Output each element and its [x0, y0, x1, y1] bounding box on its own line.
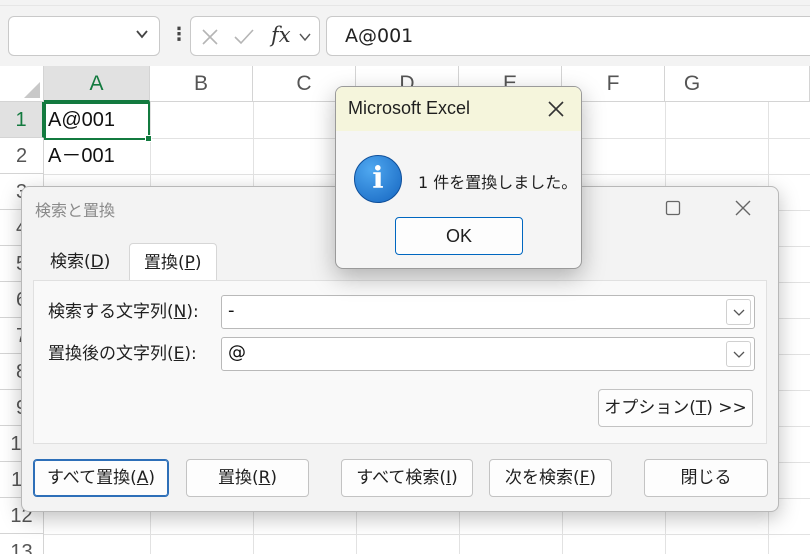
tab-replace-label-end: ) [194, 253, 202, 273]
find-next-label-end: ) [589, 468, 597, 488]
replace-label: 置換( [217, 468, 259, 488]
select-all-triangle-icon [24, 82, 40, 98]
tab-search[interactable]: 検索(D) [36, 243, 124, 281]
replace-all-accesskey: A [136, 468, 149, 488]
replace-label-end: ) [270, 468, 278, 488]
ok-button[interactable]: OK [395, 217, 523, 255]
close-icon[interactable] [547, 100, 565, 118]
find-next-label: 次を検索( [504, 468, 580, 488]
replace-all-label-end: ) [148, 468, 156, 488]
replace-all-label: すべて置換( [46, 468, 137, 488]
replace-with-combobox[interactable]: @ [221, 337, 755, 371]
fill-handle[interactable] [145, 135, 152, 142]
formula-value: A@001 [345, 25, 414, 47]
find-what-accesskey: N [173, 302, 187, 322]
replace-button[interactable]: 置換(R) [186, 459, 309, 497]
find-all-label-end: ) [451, 468, 458, 488]
tab-replace-accesskey: P [184, 253, 195, 273]
column-header-g[interactable]: G [665, 66, 810, 102]
find-what-label: 検索する文字列(N): [48, 297, 199, 322]
find-all-button[interactable]: すべて検索(I) [341, 459, 473, 497]
column-header-b[interactable]: B [150, 66, 253, 102]
find-what-dropdown-button[interactable] [726, 299, 751, 325]
find-what-combobox[interactable]: - [221, 295, 755, 329]
formula-controls: fx [190, 16, 320, 56]
close-button[interactable]: 閉じる [644, 459, 768, 497]
tab-search-label: 検索( [50, 252, 91, 272]
insert-function-button[interactable]: fx [271, 23, 291, 47]
row-gridline [44, 534, 810, 535]
tab-search-label-end: ) [103, 252, 111, 272]
find-all-label: すべて検索( [356, 468, 447, 488]
name-box[interactable] [8, 16, 160, 56]
dialog-title: 検索と置換 [35, 201, 116, 220]
replace-with-dropdown-button[interactable] [726, 341, 751, 367]
chevron-down-icon [733, 309, 745, 316]
replace-with-label-end: ): [184, 344, 197, 364]
tab-search-accesskey: D [90, 252, 104, 272]
select-all-corner[interactable] [0, 66, 44, 102]
row-header-13[interactable]: 13 [0, 534, 44, 554]
expand-chevron-icon[interactable] [299, 32, 311, 42]
tab-replace[interactable]: 置換(P) [129, 243, 217, 281]
options-label-end: ) >> [706, 398, 747, 418]
replace-with-label-text: 置換後の文字列( [48, 344, 174, 364]
close-icon[interactable] [734, 199, 752, 217]
replace-all-button[interactable]: すべて置換(A) [33, 459, 169, 497]
replace-with-value: @ [228, 342, 246, 363]
options-button[interactable]: オプション(T) >> [598, 389, 753, 427]
maximize-icon[interactable] [664, 199, 682, 217]
replace-tab-panel: 検索する文字列(N): - 置換後の文字列(E): @ オプション(T) >> [33, 280, 767, 444]
options-accesskey: T [695, 398, 707, 418]
active-cell-border [44, 102, 150, 140]
chevron-down-icon[interactable] [135, 27, 149, 41]
info-icon: i [354, 155, 402, 203]
replace-with-label: 置換後の文字列(E): [48, 339, 197, 364]
message-box: Microsoft Excel i 1 件を置換しました。 OK [335, 86, 582, 269]
row-header-2[interactable]: 2 [0, 138, 44, 174]
cell-a2[interactable]: A－001 [44, 138, 150, 174]
find-next-button[interactable]: 次を検索(F) [489, 459, 612, 497]
row-header-1[interactable]: 1 [0, 102, 44, 138]
chevron-down-icon [733, 351, 745, 358]
column-header-a[interactable]: A [44, 66, 150, 102]
message-box-title: Microsoft Excel [348, 98, 471, 118]
replace-with-accesskey: E [173, 344, 185, 364]
find-what-value: - [228, 300, 235, 321]
message-text: 1 件を置換しました。 [418, 173, 578, 192]
formula-bar: ⋮ fx A@001 [0, 6, 810, 66]
replace-accesskey: R [258, 468, 271, 488]
message-box-titlebar: Microsoft Excel [336, 87, 581, 131]
find-next-accesskey: F [579, 468, 590, 488]
enter-check-icon[interactable] [233, 28, 255, 46]
more-options-icon[interactable]: ⋮ [170, 24, 188, 48]
formula-input[interactable]: A@001 [326, 16, 810, 56]
find-what-label-end: ): [186, 302, 199, 322]
tab-replace-label: 置換( [144, 253, 185, 273]
find-what-label-text: 検索する文字列( [48, 302, 174, 322]
cancel-icon[interactable] [201, 28, 219, 46]
options-label: オプション( [604, 398, 696, 418]
